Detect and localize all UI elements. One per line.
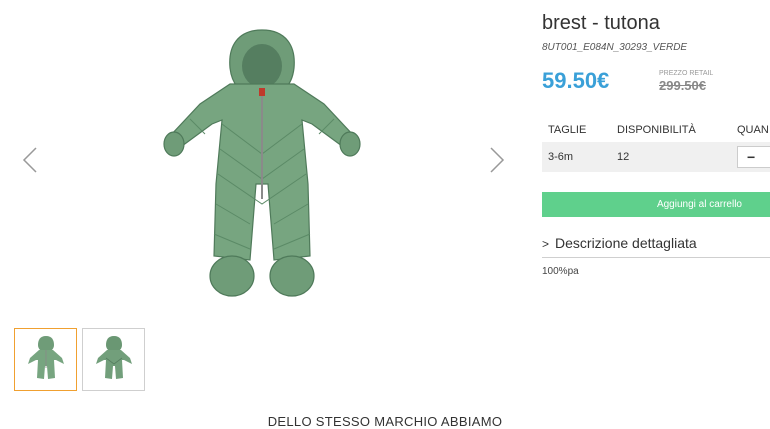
chevron-left-icon (22, 147, 37, 173)
header-size: TAGLIE (548, 124, 587, 136)
product-info: brest - tutona 8UT001_E084N_30293_VERDE … (542, 0, 770, 300)
chevron-right-icon (490, 147, 505, 173)
product-sku: 8UT001_E084N_30293_VERDE (542, 42, 688, 53)
thumbnail-image (95, 335, 132, 379)
header-availability: DISPONIBILITÀ (617, 124, 696, 136)
thumbnail-strip (14, 328, 145, 391)
section-title: DELLO STESSO MARCHIO ABBIAMO (267, 414, 503, 429)
chevron-right-icon: > (542, 237, 550, 251)
sizes-table: TAGLIE DISPONIBILITÀ QUAN 3-6m 12 − (542, 118, 770, 172)
description-toggle-label: Descrizione dettagliata (555, 235, 697, 251)
gallery-next-button[interactable] (485, 140, 509, 180)
product-price: 59.50€ (542, 68, 610, 93)
header-quantity: QUAN (737, 124, 769, 136)
table-row: 3-6m 12 − (542, 142, 770, 172)
retail-price-label: PREZZO RETAIL (659, 70, 714, 77)
quantity-decrease-button[interactable]: − (737, 146, 770, 168)
description-text: 100%pa (542, 266, 579, 277)
description-toggle[interactable]: > Descrizione dettagliata (542, 235, 770, 258)
retail-price: 299.50€ (659, 78, 706, 93)
product-image (163, 29, 361, 297)
availability-cell: 12 (617, 151, 630, 163)
product-gallery (0, 0, 530, 310)
add-to-cart-button[interactable]: Aggiungi al carrello (542, 192, 770, 217)
size-cell: 3-6m (548, 151, 574, 163)
thumbnail-front[interactable] (14, 328, 77, 391)
sizes-table-header: TAGLIE DISPONIBILITÀ QUAN (542, 118, 770, 142)
thumbnail-image (27, 335, 64, 379)
thumbnail-back[interactable] (82, 328, 145, 391)
quantity-cell: − (737, 146, 770, 168)
product-title: brest - tutona (542, 12, 660, 34)
gallery-prev-button[interactable] (18, 140, 42, 180)
